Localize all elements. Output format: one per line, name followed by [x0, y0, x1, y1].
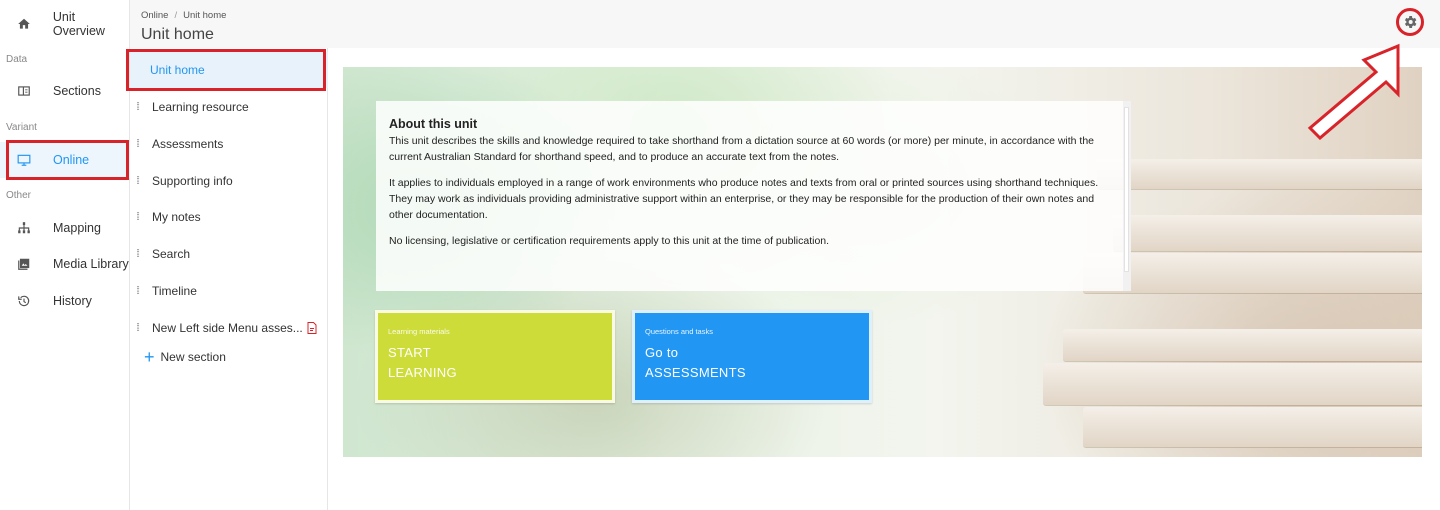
history-icon: [15, 292, 33, 310]
section-item-my-notes[interactable]: ⁞⁞ My notes: [130, 199, 328, 235]
section-item-label: New Left side Menu asses...: [152, 321, 303, 335]
section-list: Unit home ⁞⁞ Learning resource ⁞⁞ Assess…: [126, 48, 328, 510]
about-title: About this unit: [389, 117, 478, 131]
section-item-timeline[interactable]: ⁞⁞ Timeline: [130, 273, 328, 309]
nav-item-mapping[interactable]: Mapping: [0, 210, 130, 246]
section-item-label: Supporting info: [152, 174, 233, 188]
tile-title: Go to ASSESSMENTS: [645, 343, 746, 383]
go-to-assessments-tile[interactable]: Questions and tasks Go to ASSESSMENTS: [632, 310, 872, 403]
nav-item-unit-overview[interactable]: Unit Overview: [0, 6, 130, 42]
tile-caption: Questions and tasks: [645, 327, 713, 336]
nav-item-label: Media Library: [53, 257, 129, 271]
drag-handle-icon[interactable]: ⁞⁞: [136, 176, 146, 187]
breadcrumb-item-online[interactable]: Online: [141, 10, 168, 21]
background-book: [1083, 407, 1422, 447]
nav-section-other: Other: [6, 190, 32, 201]
nav-item-label: History: [53, 294, 92, 308]
drag-handle-icon[interactable]: ⁞⁞: [136, 212, 146, 223]
drag-handle-icon[interactable]: ⁞⁞: [136, 102, 146, 113]
about-paragraph: It applies to individuals employed in a …: [389, 177, 1099, 221]
plus-icon: +: [144, 347, 155, 367]
nav-item-history[interactable]: History: [0, 283, 130, 319]
media-library-icon: [15, 255, 33, 273]
section-item-assessments[interactable]: ⁞⁞ Assessments: [130, 126, 328, 162]
section-item-label: Assessments: [152, 137, 224, 151]
section-item-unit-home[interactable]: Unit home: [130, 52, 328, 88]
tile-title: START LEARNING: [388, 343, 457, 383]
tile-title-line: ASSESSMENTS: [645, 365, 746, 380]
sitemap-icon: [15, 219, 33, 237]
about-scrollbar[interactable]: [1123, 101, 1131, 291]
background-book: [1043, 363, 1422, 405]
nav-item-label: Unit Overview: [52, 10, 105, 38]
scrollbar-thumb[interactable]: [1124, 107, 1129, 272]
section-item-search[interactable]: ⁞⁞ Search: [130, 236, 328, 272]
about-unit-card: About this unit This unit describes the …: [376, 101, 1131, 291]
section-item-label: My notes: [152, 210, 201, 224]
drag-handle-icon[interactable]: ⁞⁞: [136, 249, 146, 260]
nav-item-label: Sections: [53, 84, 101, 98]
tile-caption: Learning materials: [388, 327, 450, 336]
gear-icon: [1402, 14, 1418, 30]
left-nav: Unit Overview Data Sections Variant Onli…: [0, 0, 130, 510]
breadcrumb-separator: /: [174, 10, 178, 21]
app-root: Unit Overview Data Sections Variant Onli…: [0, 0, 1440, 510]
page-title: Unit home: [141, 26, 214, 43]
section-item-learning-resource[interactable]: ⁞⁞ Learning resource: [130, 89, 328, 125]
monitor-icon: [15, 151, 33, 169]
section-item-supporting-info[interactable]: ⁞⁞ Supporting info: [130, 163, 328, 199]
document-icon: [307, 322, 317, 334]
home-icon: [15, 15, 33, 33]
nav-section-variant: Variant: [6, 122, 37, 133]
drag-handle-icon[interactable]: ⁞⁞: [136, 323, 146, 334]
background-book: [1083, 253, 1422, 293]
tile-title-line: Go to: [645, 345, 679, 360]
background-book: [1063, 329, 1422, 361]
nav-item-label: Mapping: [53, 221, 101, 235]
page-header: Online / Unit home Unit home: [130, 0, 1440, 48]
about-paragraph: No licensing, legislative or certificati…: [389, 235, 830, 247]
background-book: [1097, 159, 1422, 189]
breadcrumb-item-current: Unit home: [183, 10, 227, 21]
nav-item-sections[interactable]: Sections: [0, 73, 130, 109]
settings-button[interactable]: [1396, 8, 1424, 36]
drag-handle-icon[interactable]: ⁞⁞: [136, 286, 146, 297]
breadcrumb: Online / Unit home: [141, 10, 226, 21]
nav-item-label: Online: [53, 153, 90, 167]
nav-section-data: Data: [6, 54, 28, 65]
section-item-label: Learning resource: [152, 100, 249, 114]
tile-title-line: START: [388, 345, 431, 360]
background-book: [1113, 215, 1422, 251]
tile-title-line: LEARNING: [388, 365, 457, 380]
drag-handle-icon[interactable]: ⁞⁞: [136, 139, 146, 150]
about-paragraph: This unit describes the skills and knowl…: [389, 135, 1095, 163]
nav-item-media-library[interactable]: Media Library: [0, 246, 130, 282]
add-section-label: New section: [160, 350, 226, 364]
sections-icon: [15, 82, 33, 100]
section-item-label: Unit home: [150, 63, 205, 77]
nav-item-online[interactable]: Online: [0, 142, 130, 178]
section-item-label: Search: [152, 247, 191, 261]
start-learning-tile[interactable]: Learning materials START LEARNING: [375, 310, 615, 403]
add-section-button[interactable]: + New section: [144, 347, 226, 367]
section-item-label: Timeline: [152, 284, 197, 298]
section-item-new-left-side-menu[interactable]: ⁞⁞ New Left side Menu asses...: [130, 310, 328, 346]
